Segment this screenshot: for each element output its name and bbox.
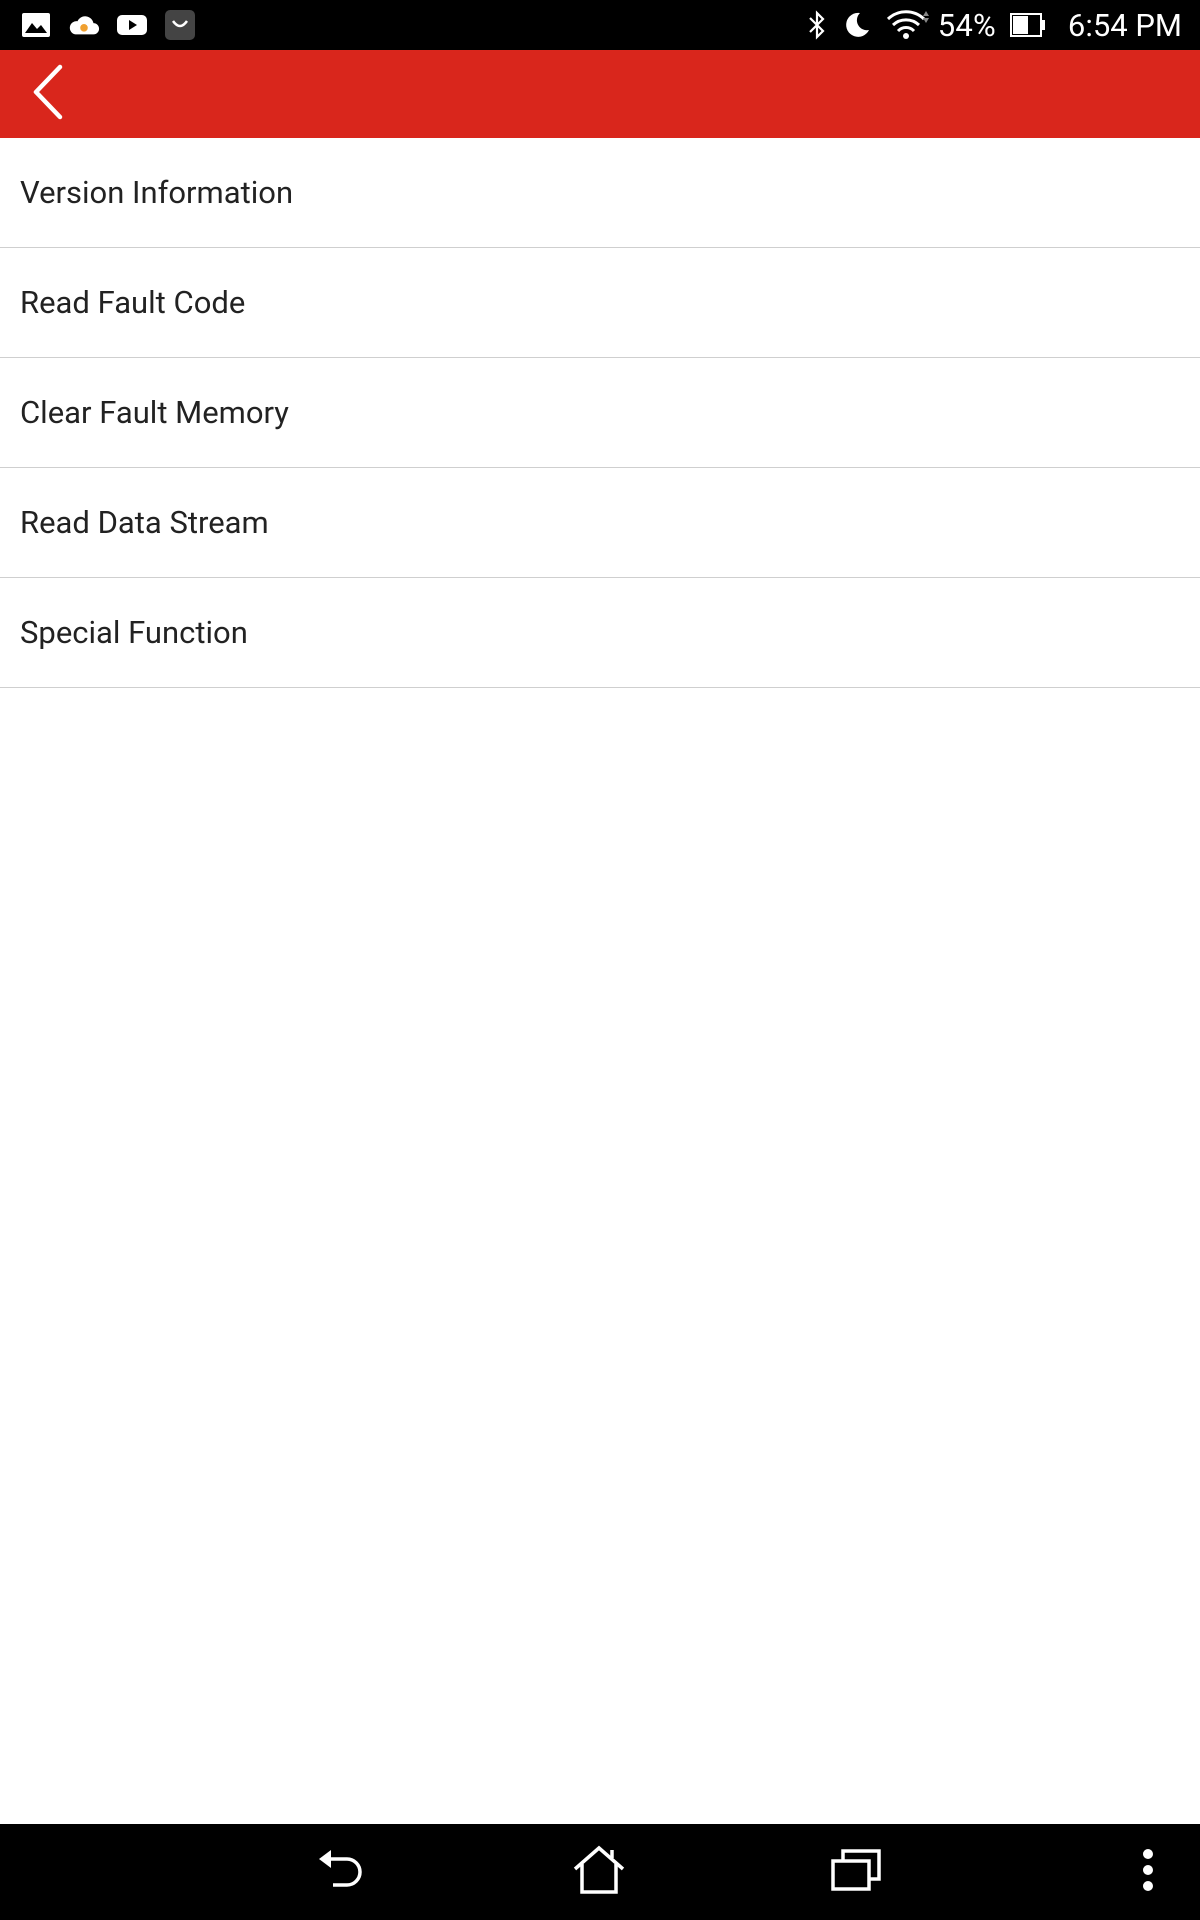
back-arrow-icon bbox=[317, 1847, 369, 1897]
battery-icon bbox=[1009, 9, 1046, 41]
recent-apps-icon bbox=[830, 1847, 882, 1897]
wifi-icon bbox=[886, 9, 930, 41]
battery-percent: 54% bbox=[937, 6, 996, 44]
nav-back-button[interactable] bbox=[313, 1842, 373, 1902]
nav-overflow-menu-button[interactable] bbox=[1118, 1842, 1178, 1902]
bluetooth-icon bbox=[806, 9, 828, 41]
menu-item-label: Version Information bbox=[20, 174, 294, 211]
menu-item-label: Special Function bbox=[20, 614, 248, 651]
back-button[interactable] bbox=[12, 58, 84, 130]
menu-item-special-function[interactable]: Special Function bbox=[0, 578, 1200, 688]
menu-item-read-fault-code[interactable]: Read Fault Code bbox=[0, 248, 1200, 358]
system-navigation-bar bbox=[0, 1824, 1200, 1920]
menu-item-label: Clear Fault Memory bbox=[20, 394, 289, 431]
menu-item-label: Read Data Stream bbox=[20, 504, 269, 541]
nav-home-button[interactable] bbox=[569, 1842, 629, 1902]
menu-item-read-data-stream[interactable]: Read Data Stream bbox=[0, 468, 1200, 578]
gallery-icon bbox=[20, 9, 52, 41]
menu-item-clear-fault-memory[interactable]: Clear Fault Memory bbox=[0, 358, 1200, 468]
do-not-disturb-moon-icon bbox=[842, 9, 872, 41]
app-toolbar bbox=[0, 50, 1200, 138]
home-icon bbox=[572, 1845, 626, 1899]
youtube-icon bbox=[116, 9, 148, 41]
function-menu-list: Version Information Read Fault Code Clea… bbox=[0, 138, 1200, 688]
status-bar: 54% 6:54 PM bbox=[0, 0, 1200, 50]
system-status: 54% 6:54 PM bbox=[792, 0, 1182, 50]
clock: 6:54 PM bbox=[1067, 6, 1182, 44]
menu-item-version-information[interactable]: Version Information bbox=[0, 138, 1200, 248]
nav-recent-apps-button[interactable] bbox=[826, 1842, 886, 1902]
cloud-icon bbox=[68, 9, 100, 41]
overflow-menu-icon bbox=[1141, 1848, 1155, 1896]
app-icon bbox=[164, 9, 196, 41]
notification-icons bbox=[20, 9, 212, 41]
menu-item-label: Read Fault Code bbox=[20, 284, 246, 321]
chevron-left-icon bbox=[28, 63, 68, 125]
